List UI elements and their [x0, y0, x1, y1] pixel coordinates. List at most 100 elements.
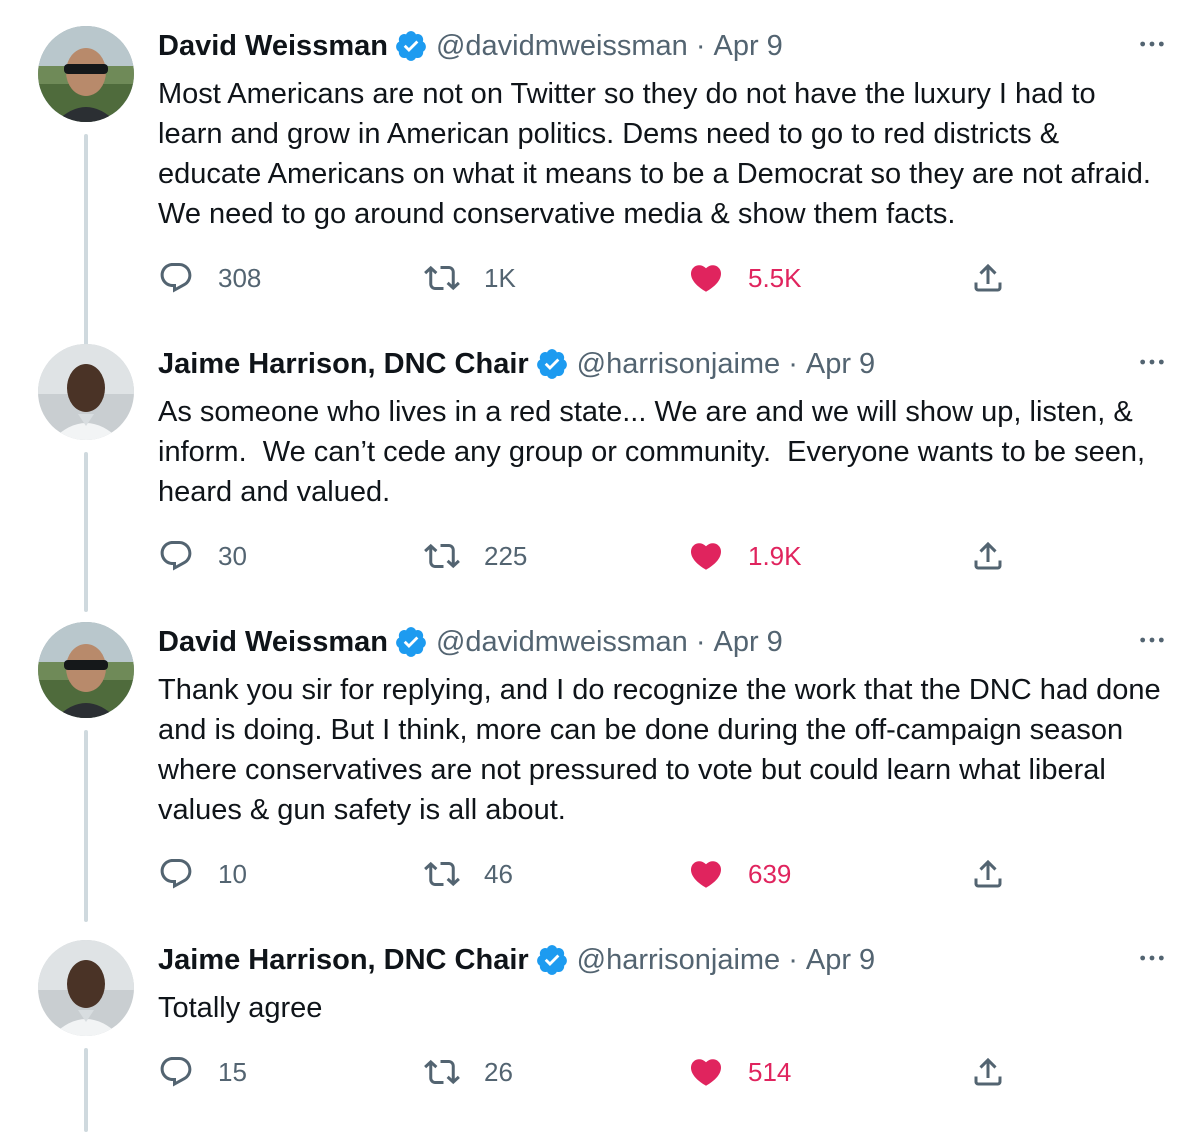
- tweet[interactable]: Jaime Harrison, DNC Chair @harrisonjaime…: [0, 344, 1202, 612]
- tweet-actions: 308 1K 5.5K: [158, 258, 1168, 298]
- share-button[interactable]: [970, 258, 1006, 298]
- tweet-header: Jaime Harrison, DNC Chair @harrisonjaime…: [158, 344, 1168, 384]
- tweet-header: David Weissman @davidmweissman · Apr 9: [158, 26, 1168, 66]
- author-handle[interactable]: @harrisonjaime: [577, 944, 781, 977]
- avatar-column: [38, 622, 134, 718]
- tweet-date[interactable]: Apr 9: [806, 348, 875, 381]
- share-icon: [970, 1054, 1006, 1090]
- retweet-count: 1K: [484, 262, 516, 293]
- tweet-actions: 10 46 639: [158, 854, 1168, 894]
- like-count: 1.9K: [748, 540, 802, 571]
- more-icon[interactable]: [1134, 940, 1170, 976]
- author-name[interactable]: Jaime Harrison, DNC Chair: [158, 348, 529, 381]
- retweet-button[interactable]: 1K: [424, 258, 516, 298]
- reply-button[interactable]: 308: [158, 258, 261, 298]
- share-button[interactable]: [970, 536, 1006, 576]
- reply-icon: [158, 1054, 194, 1090]
- thread-connector-line: [84, 134, 88, 346]
- reply-button[interactable]: 15: [158, 1052, 247, 1092]
- author-handle[interactable]: @davidmweissman: [436, 30, 688, 63]
- tweet-text: As someone who lives in a red state... W…: [158, 396, 1154, 508]
- more-icon[interactable]: [1134, 344, 1170, 380]
- separator-dot: ·: [788, 347, 798, 380]
- author-handle[interactable]: @davidmweissman: [436, 626, 688, 659]
- reply-icon: [158, 538, 194, 574]
- like-count: 5.5K: [748, 262, 802, 293]
- avatar-column: [38, 940, 134, 1036]
- retweet-icon: [424, 856, 460, 892]
- retweet-icon: [424, 1054, 460, 1090]
- more-icon[interactable]: [1134, 26, 1170, 62]
- verified-badge-icon: [394, 29, 428, 63]
- verified-badge-icon: [535, 943, 569, 977]
- retweet-icon: [424, 260, 460, 296]
- tweet-text: Totally agree: [158, 992, 323, 1024]
- share-button[interactable]: [970, 1052, 1006, 1092]
- thread-connector-line: [84, 1048, 88, 1132]
- reply-button[interactable]: 30: [158, 536, 247, 576]
- thread-connector-line: [84, 730, 88, 922]
- heart-icon: [688, 538, 724, 574]
- retweet-count: 46: [484, 858, 513, 889]
- tweet-text: Thank you sir for replying, and I do rec…: [158, 674, 1169, 826]
- retweet-button[interactable]: 46: [424, 854, 513, 894]
- reply-count: 30: [218, 540, 247, 571]
- tweet-content: David Weissman @davidmweissman · Apr 9 T…: [158, 622, 1169, 889]
- heart-icon: [688, 260, 724, 296]
- reply-count: 10: [218, 858, 247, 889]
- heart-icon: [688, 1054, 724, 1090]
- retweet-button[interactable]: 26: [424, 1052, 513, 1092]
- tweet[interactable]: David Weissman @davidmweissman · Apr 9 T…: [0, 622, 1202, 922]
- reply-count: 308: [218, 262, 262, 293]
- avatar[interactable]: [38, 622, 134, 718]
- author-name[interactable]: Jaime Harrison, DNC Chair: [158, 944, 529, 977]
- tweet-content: Jaime Harrison, DNC Chair @harrisonjaime…: [158, 940, 1168, 1087]
- like-button[interactable]: 5.5K: [688, 258, 802, 298]
- tweet-date[interactable]: Apr 9: [713, 30, 782, 63]
- author-name[interactable]: David Weissman: [158, 30, 388, 63]
- avatar-column: [38, 26, 134, 122]
- tweet-actions: 30 225 1.9K: [158, 536, 1168, 576]
- more-icon[interactable]: [1134, 622, 1170, 658]
- verified-badge-icon: [535, 347, 569, 381]
- tweet-content: Jaime Harrison, DNC Chair @harrisonjaime…: [158, 344, 1168, 571]
- avatar-column: [38, 344, 134, 440]
- separator-dot: ·: [788, 943, 798, 976]
- author-name[interactable]: David Weissman: [158, 626, 388, 659]
- reply-icon: [158, 260, 194, 296]
- separator-dot: ·: [695, 29, 706, 62]
- tweet[interactable]: David Weissman @davidmweissman · Apr 9 M…: [0, 26, 1202, 346]
- share-icon: [970, 538, 1006, 574]
- tweet-text: Most Americans are not on Twitter so the…: [158, 78, 1160, 230]
- retweet-button[interactable]: 225: [424, 536, 527, 576]
- verified-badge-icon: [394, 625, 428, 659]
- share-icon: [970, 260, 1006, 296]
- heart-icon: [688, 856, 724, 892]
- retweet-count: 26: [484, 1056, 513, 1087]
- like-count: 639: [748, 858, 792, 889]
- tweet-content: David Weissman @davidmweissman · Apr 9 M…: [158, 26, 1168, 293]
- reply-button[interactable]: 10: [158, 854, 247, 894]
- like-button[interactable]: 514: [688, 1052, 791, 1092]
- tweet-header: Jaime Harrison, DNC Chair @harrisonjaime…: [158, 940, 1168, 980]
- share-icon: [970, 856, 1006, 892]
- author-handle[interactable]: @harrisonjaime: [577, 348, 781, 381]
- like-button[interactable]: 639: [688, 854, 791, 894]
- tweet-header: David Weissman @davidmweissman · Apr 9: [158, 622, 1168, 662]
- tweet-actions: 15 26 514: [158, 1052, 1168, 1092]
- like-button[interactable]: 1.9K: [688, 536, 802, 576]
- tweet[interactable]: Jaime Harrison, DNC Chair @harrisonjaime…: [0, 940, 1202, 1132]
- avatar[interactable]: [38, 26, 134, 122]
- share-button[interactable]: [970, 854, 1006, 894]
- avatar[interactable]: [38, 940, 134, 1036]
- tweet-date[interactable]: Apr 9: [806, 944, 875, 977]
- tweet-date[interactable]: Apr 9: [713, 626, 782, 659]
- retweet-icon: [424, 538, 460, 574]
- avatar[interactable]: [38, 344, 134, 440]
- tweet-thread: David Weissman @davidmweissman · Apr 9 M…: [0, 0, 1202, 1132]
- retweet-count: 225: [484, 540, 528, 571]
- separator-dot: ·: [695, 625, 706, 658]
- like-count: 514: [748, 1056, 792, 1087]
- reply-count: 15: [218, 1056, 247, 1087]
- reply-icon: [158, 856, 194, 892]
